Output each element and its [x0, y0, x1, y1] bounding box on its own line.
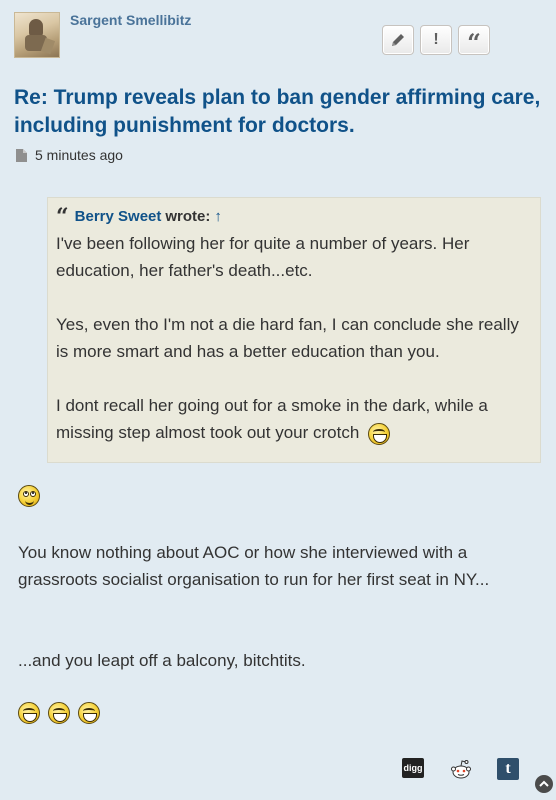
reddit-alien-icon	[451, 760, 471, 779]
laughing-smiley-icon	[48, 702, 70, 724]
quote-wrote-label: wrote:	[165, 208, 211, 225]
avatar[interactable]	[14, 12, 60, 58]
post-time[interactable]: 5 minutes ago	[35, 147, 123, 163]
post-meta: 5 minutes ago	[16, 147, 123, 163]
post-actions: ! “	[382, 25, 490, 55]
post-body-paragraph: You know nothing about AOC or how she in…	[18, 543, 490, 589]
report-button[interactable]: !	[420, 25, 452, 55]
post-title[interactable]: Re: Trump reveals plan to ban gender aff…	[14, 84, 544, 140]
post-body-paragraph: ...and you leapt off a balcony, bitchtit…	[18, 651, 306, 670]
laughing-smiley-icon	[368, 422, 391, 445]
digg-icon[interactable]: digg	[402, 758, 424, 778]
quote-block: “ Berry Sweet wrote: ↑ I've been followi…	[47, 197, 541, 463]
quote-icon: “	[467, 28, 481, 57]
file-icon	[16, 148, 27, 162]
reddit-icon[interactable]	[450, 758, 472, 780]
quote-paragraph: I dont recall her going out for a smoke …	[56, 392, 532, 446]
quote-citation: “ Berry Sweet wrote: ↑	[56, 203, 532, 230]
laughing-smiley-icon	[18, 702, 40, 724]
quote-button[interactable]: “	[458, 25, 490, 55]
back-to-top-button[interactable]	[535, 775, 553, 793]
quote-paragraph: I've been following her for quite a numb…	[56, 234, 470, 280]
quote-mark-icon: “	[56, 203, 69, 230]
post-author-link[interactable]: Sargent Smellibitz	[70, 12, 191, 28]
laughing-smiley-icon	[78, 702, 100, 724]
quote-source-arrow-link[interactable]: ↑	[214, 208, 222, 225]
rolling-eyes-smiley-icon	[18, 485, 40, 507]
chevron-up-icon	[539, 780, 549, 787]
tumblr-icon[interactable]: t	[497, 758, 519, 780]
quote-author-link[interactable]: Berry Sweet	[75, 208, 162, 225]
smiley-row	[18, 702, 100, 724]
edit-button[interactable]	[382, 25, 414, 55]
quote-paragraph: Yes, even tho I'm not a die hard fan, I …	[56, 315, 519, 361]
pencil-icon	[392, 34, 404, 46]
exclamation-icon: !	[433, 31, 439, 48]
forum-post: Sargent Smellibitz ! “ Re: Trump reveals…	[4, 4, 553, 796]
